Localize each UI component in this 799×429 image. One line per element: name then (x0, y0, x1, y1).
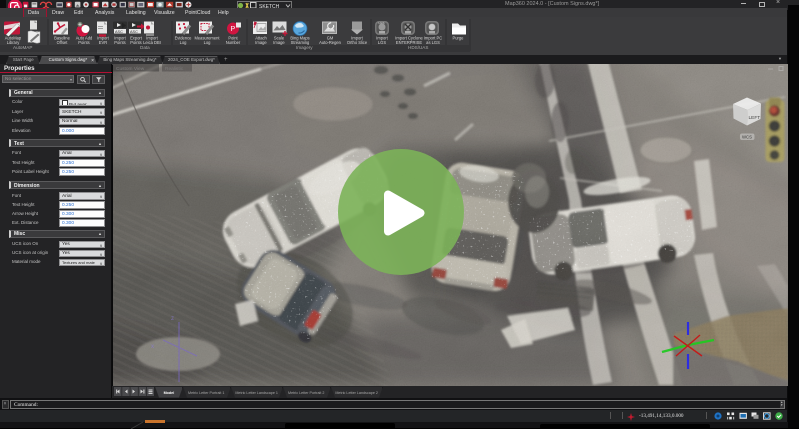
svg-text:z: z (171, 316, 174, 322)
svg-text:LGS: LGS (379, 21, 385, 25)
svg-text:Purge: Purge (453, 36, 465, 41)
svg-text:x: x (151, 344, 154, 350)
svg-text:WCS: WCS (742, 135, 752, 140)
svg-text:Realistic: Realistic (165, 66, 184, 72)
svg-text:P: P (231, 26, 236, 33)
svg-text:LEFT: LEFT (749, 115, 761, 121)
svg-text:Custom View: Custom View (116, 66, 145, 72)
